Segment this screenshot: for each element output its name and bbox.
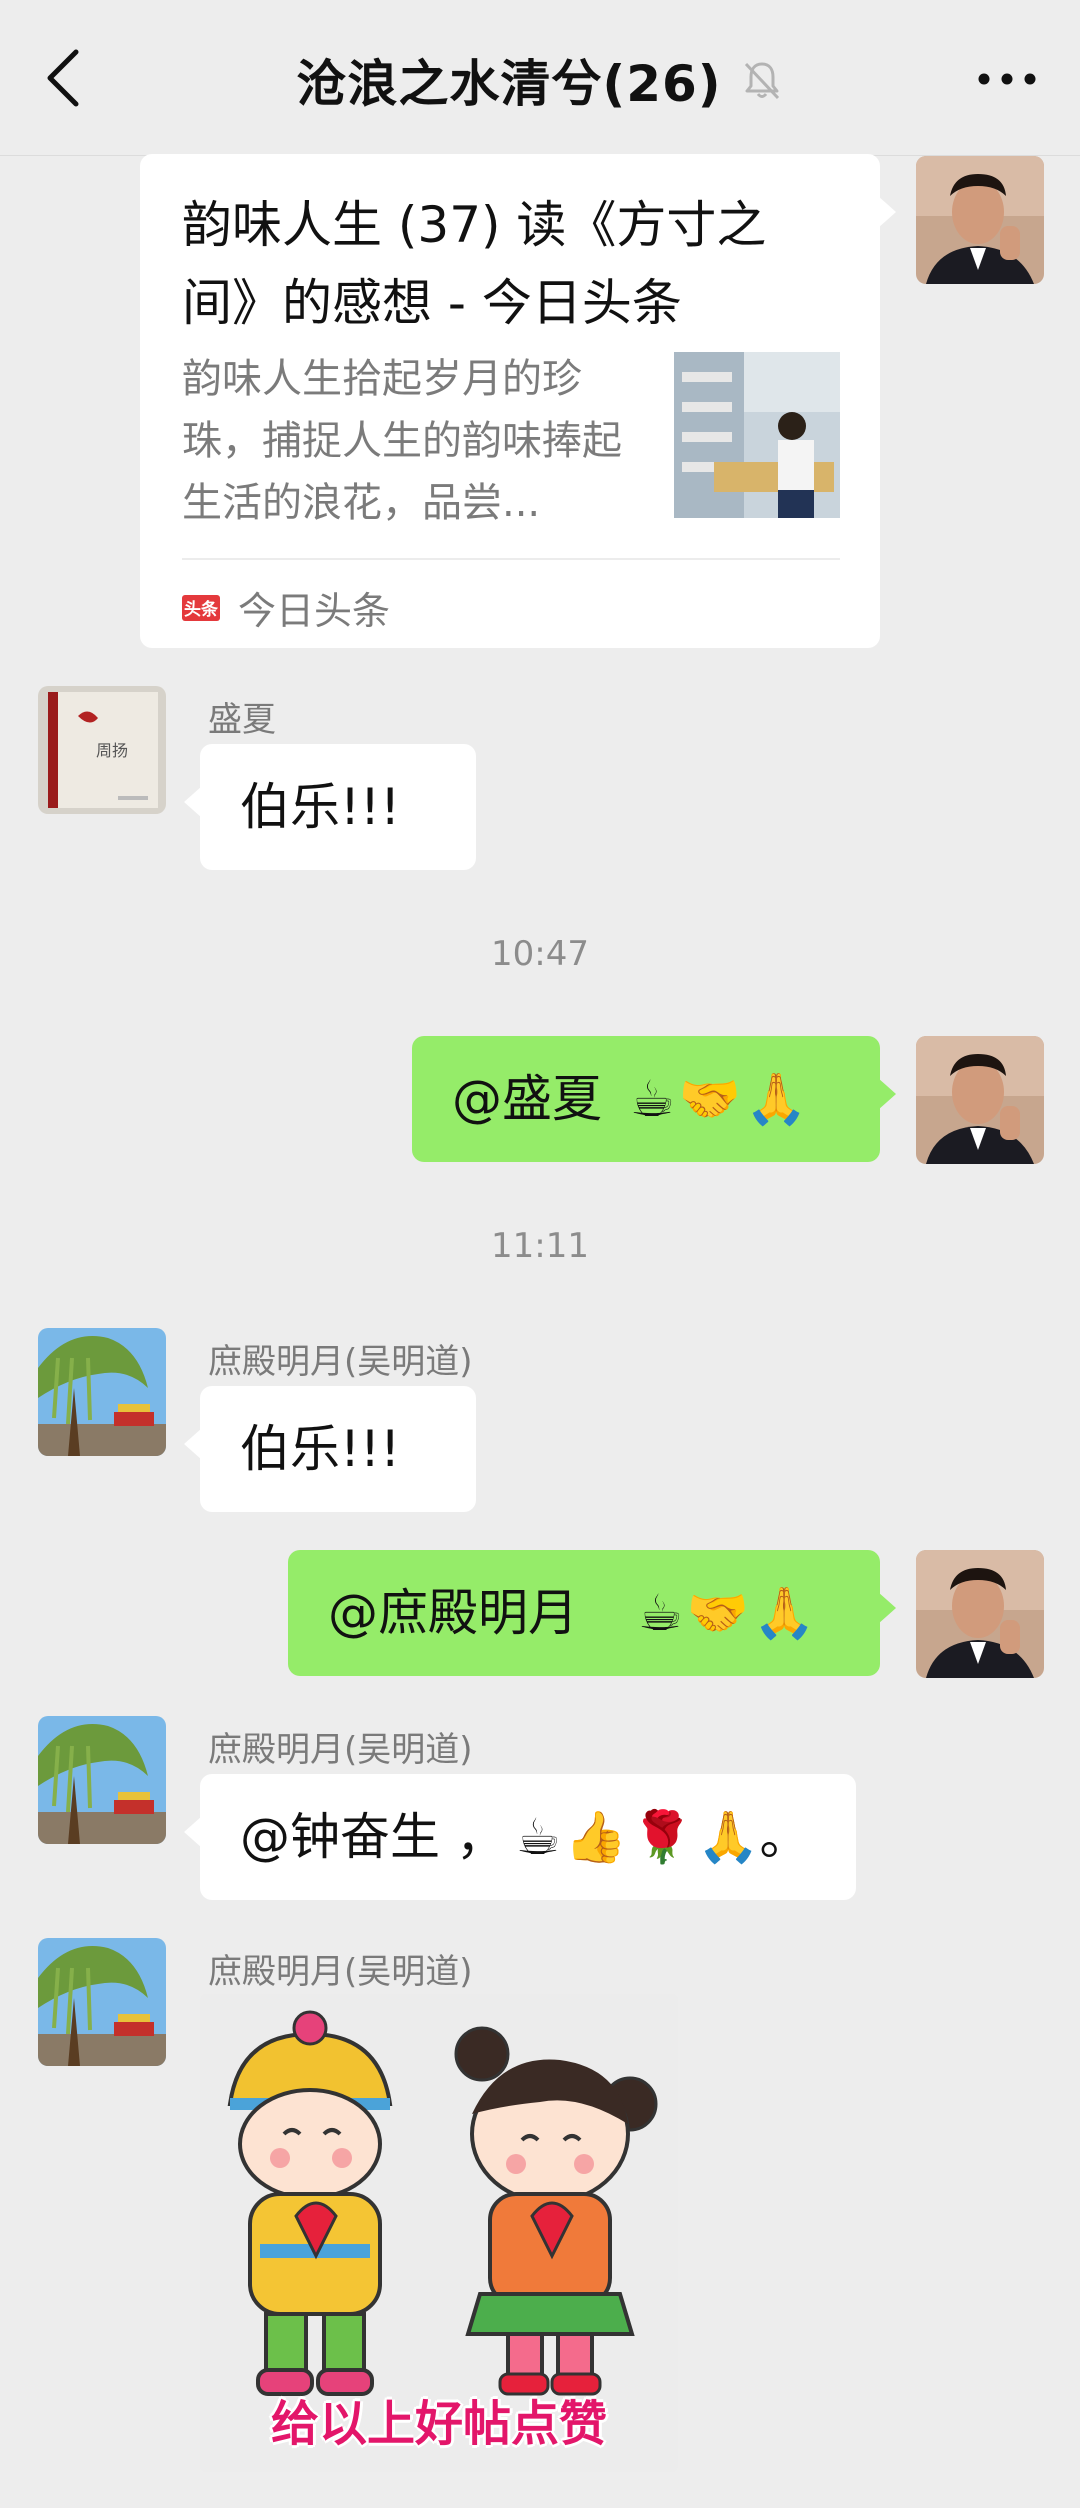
sender-avatar[interactable] xyxy=(38,1716,166,1844)
handshake-emoji-icon: 🤝 xyxy=(686,1584,750,1642)
message-suffix: 。 xyxy=(759,1808,810,1866)
link-card-description: 韵味人生拾起岁月的珍珠，捕捉人生的韵味捧起生活的浪花，品尝... xyxy=(182,356,622,524)
sender-name: 庶殿明月(吴明道) xyxy=(208,1342,473,1382)
self-avatar[interactable] xyxy=(916,1036,1044,1164)
pray-emoji-icon: 🙏 xyxy=(753,1584,816,1642)
message-text: @钟奋生 ， xyxy=(240,1808,506,1866)
message-text: @盛夏 xyxy=(452,1070,602,1128)
toutiao-logo-icon: 头条 xyxy=(182,594,220,621)
svg-text:周扬: 周扬 xyxy=(96,741,128,760)
sticker-boy xyxy=(227,2010,393,2396)
message-bubble[interactable]: 伯乐!!! xyxy=(184,1386,476,1512)
pray-emoji-icon: 🙏 xyxy=(745,1070,808,1128)
link-card[interactable]: 韵味人生 (37) 读《方寸之间》的感想 - 今日头条 韵味人生拾起岁月的珍珠，… xyxy=(140,154,896,648)
coffee-emoji-icon: ☕ xyxy=(638,1584,683,1642)
coffee-emoji-icon: ☕ xyxy=(515,1808,561,1866)
message-text: 伯乐!!! xyxy=(240,1420,401,1478)
sticker-caption: 给以上好帖点赞 xyxy=(270,2396,607,2452)
sender-name: 庶殿明月(吴明道) xyxy=(208,1952,473,1992)
message-bubble[interactable]: 伯乐!!! xyxy=(184,744,476,870)
link-card-divider xyxy=(182,558,840,560)
sender-name: 庶殿明月(吴明道) xyxy=(208,1730,473,1770)
emoji-group: ☕ 🤝 🙏 xyxy=(630,1074,807,1124)
timestamp: 11:11 xyxy=(491,1226,589,1266)
self-avatar[interactable] xyxy=(916,156,1044,284)
message-bubble-self[interactable]: @盛夏 ☕ 🤝 🙏 xyxy=(412,1036,896,1162)
message-text: @庶殿明月 xyxy=(328,1584,578,1642)
link-card-source-name: 今日头条 xyxy=(238,589,391,633)
message-text: 伯乐!!! xyxy=(240,778,401,836)
sticker-image[interactable]: 给以上好帖点赞 xyxy=(200,1994,678,2472)
bell-muted-icon xyxy=(744,62,779,100)
sender-name: 盛夏 xyxy=(208,700,276,740)
handshake-emoji-icon: 🤝 xyxy=(678,1070,742,1128)
link-card-body: 韵味人生拾起岁月的珍珠，捕捉人生的韵味捧起生活的浪花，品尝... xyxy=(182,348,840,524)
emoji-group: ☕ 🤝 🙏 xyxy=(638,1588,815,1638)
emoji-group: ☕ 👍 🌹 🙏 xyxy=(516,1812,760,1862)
sender-avatar[interactable] xyxy=(38,1328,166,1456)
link-card-title: 韵味人生 (37) 读《方寸之间》的感想 - 今日头条 xyxy=(182,196,767,332)
thumbs-up-emoji-icon: 👍 xyxy=(564,1808,627,1866)
sender-avatar[interactable] xyxy=(38,1938,166,2066)
sender-avatar[interactable]: 周扬 xyxy=(38,686,166,814)
message-bubble-self[interactable]: @庶殿明月 ☕ 🤝 🙏 xyxy=(288,1550,896,1676)
chat-title: 沧浪之水清兮(26) xyxy=(296,55,722,113)
pray-emoji-icon: 🙏 xyxy=(697,1808,760,1866)
rose-emoji-icon: 🌹 xyxy=(631,1808,694,1866)
link-card-source: 头条 今日头条 xyxy=(182,580,840,635)
title-bar: 沧浪之水清兮(26) xyxy=(0,44,1080,116)
self-avatar[interactable] xyxy=(916,1550,1044,1678)
sticker-girl xyxy=(454,2026,658,2396)
more-dots-icon[interactable] xyxy=(972,54,1042,104)
message-bubble[interactable]: @钟奋生 ， ☕ 👍 🌹 🙏 。 xyxy=(184,1774,856,1900)
timestamp: 10:47 xyxy=(491,934,589,974)
link-card-thumbnail xyxy=(674,352,840,518)
coffee-emoji-icon: ☕ xyxy=(630,1070,675,1128)
chat-header: 沧浪之水清兮(26) xyxy=(0,0,1080,156)
